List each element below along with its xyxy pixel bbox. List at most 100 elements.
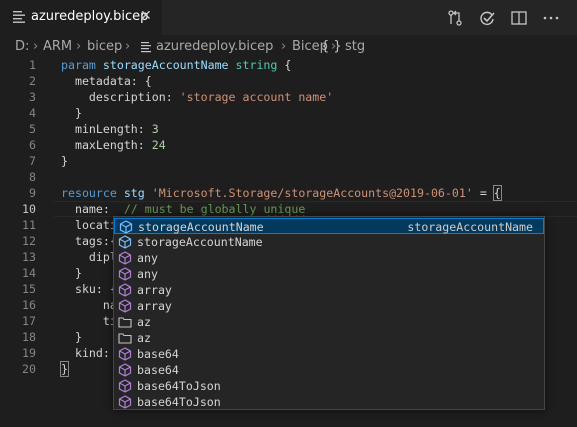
breadcrumb: D: › ARM › bicep › azuredeploy.bicep › B…	[0, 35, 577, 57]
function-cube-icon	[118, 379, 132, 393]
suggestion-item[interactable]: base64	[114, 362, 544, 378]
code-line[interactable]: 4 }	[0, 105, 577, 121]
code-token: dipl	[61, 250, 117, 264]
suggestion-item[interactable]: array	[114, 282, 544, 298]
code-line[interactable]: 9 resource stg 'Microsoft.Storage/storage…	[0, 185, 577, 201]
suggestion-label: az	[137, 315, 151, 329]
close-icon[interactable]: ✕	[140, 8, 152, 24]
code-text: tags:{	[61, 233, 117, 249]
code-line[interactable]: 10 name: // must be globally unique	[0, 201, 577, 217]
file-lines-icon	[13, 11, 25, 23]
line-number: 11	[22, 218, 36, 232]
breadcrumb-bicep[interactable]: bicep	[87, 39, 122, 54]
chevron-right-icon: ›	[125, 39, 131, 54]
suggestion-detail: storageAccountName	[407, 220, 533, 234]
code-text: sku: {	[61, 281, 117, 297]
code-text: param storageAccountName string {	[61, 57, 291, 73]
line-number: 13	[22, 250, 36, 264]
suggestion-item[interactable]: base64	[114, 346, 544, 362]
suggestion-item[interactable]: base64ToJson	[114, 394, 544, 409]
code-line[interactable]: 2 metadata: {	[0, 73, 577, 89]
suggestion-label: array	[137, 283, 172, 297]
breadcrumb-symbol[interactable]: stg	[345, 39, 365, 54]
line-number: 19	[22, 346, 36, 360]
code-text: na	[61, 297, 117, 313]
code-token: stg	[123, 186, 152, 200]
line-number: 4	[29, 106, 36, 120]
code-line[interactable]: 8	[0, 169, 577, 185]
code-token: minLength:	[61, 122, 152, 136]
code-token: tags:{	[61, 234, 117, 248]
folder-icon	[118, 333, 132, 344]
more-actions-icon[interactable]	[542, 9, 560, 27]
suggestion-item[interactable]: az	[114, 314, 544, 330]
tab-bar: azuredeploy.bicep ✕	[0, 0, 577, 35]
variable-icon	[118, 235, 132, 249]
code-text: name: // must be globally unique	[61, 201, 305, 217]
suggestion-label: base64ToJson	[137, 395, 221, 409]
code-text: resource stg 'Microsoft.Storage/storageA…	[61, 185, 502, 201]
suggestion-item[interactable]: az	[114, 330, 544, 346]
code-token: // must be globally	[123, 202, 264, 216]
line-number: 3	[29, 90, 36, 104]
breadcrumb-drive[interactable]: D:	[15, 39, 29, 54]
breadcrumb-file[interactable]: azuredeploy.bicep	[156, 39, 273, 54]
file-lines-icon	[141, 42, 151, 53]
code-text: }	[61, 153, 68, 169]
code-token: }	[61, 266, 82, 280]
suggestion-item[interactable]: base64ToJson	[114, 378, 544, 394]
line-number: 10	[22, 202, 36, 216]
suggestion-label: any	[137, 251, 158, 265]
suggestion-label: base64	[137, 347, 179, 361]
folder-icon	[118, 317, 132, 328]
tab-azuredeploy-bicep[interactable]: azuredeploy.bicep ✕	[0, 0, 163, 35]
code-token: }	[61, 154, 68, 168]
code-token: storageAccountName	[102, 58, 236, 72]
split-editor-icon[interactable]	[510, 9, 528, 27]
code-token: maxLength:	[61, 138, 152, 152]
code-token: 'storage account name'	[179, 90, 334, 104]
code-line[interactable]: 6 maxLength: 24	[0, 137, 577, 153]
suggestion-label: any	[137, 267, 158, 281]
suggestion-item[interactable]: storageAccountName	[114, 234, 544, 250]
code-token: locati	[61, 218, 117, 232]
breadcrumb-arm[interactable]: ARM	[43, 39, 72, 54]
code-token: }	[61, 106, 82, 120]
line-number: 17	[22, 314, 36, 328]
code-token: }	[60, 361, 69, 377]
code-line[interactable]: 3 description: 'storage account name'	[0, 89, 577, 105]
suggestion-item[interactable]: array	[114, 298, 544, 314]
check-circle-icon[interactable]	[478, 9, 496, 27]
suggestion-item[interactable]: any	[114, 250, 544, 266]
code-token: ti	[61, 314, 117, 328]
line-number: 14	[22, 266, 36, 280]
suggestion-item[interactable]: any	[114, 266, 544, 282]
line-number: 6	[29, 138, 36, 152]
suggestion-label: base64	[137, 363, 179, 377]
code-token: string	[235, 58, 285, 72]
code-line[interactable]: 1 param storageAccountName string {	[0, 57, 577, 73]
code-text: }	[61, 265, 82, 281]
line-number: 18	[22, 330, 36, 344]
code-text: }	[61, 105, 82, 121]
code-text: description: 'storage account name'	[61, 89, 333, 105]
code-line[interactable]: 5 minLength: 3	[0, 121, 577, 137]
function-cube-icon	[118, 299, 132, 313]
code-token: 3	[151, 122, 159, 136]
code-token: description:	[61, 90, 180, 104]
line-number: 12	[22, 234, 36, 248]
code-text: locati	[61, 217, 117, 233]
compare-changes-icon[interactable]	[446, 9, 464, 27]
suggestion-item[interactable]: storageAccountName storageAccountName	[114, 218, 544, 234]
suggestion-label: base64ToJson	[137, 379, 221, 393]
code-token: resource	[61, 186, 124, 200]
code-token: sku: {	[61, 282, 117, 296]
code-token: unique	[263, 202, 306, 216]
line-number: 9	[29, 186, 36, 200]
code-token: {	[284, 58, 292, 72]
chevron-right-icon: ›	[281, 39, 287, 54]
code-line[interactable]: 7}	[0, 153, 577, 169]
code-text: }	[61, 329, 82, 345]
suggestion-label: array	[137, 299, 172, 313]
code-token: 'Microsoft.Storage/storageAccounts@2019-…	[151, 186, 473, 200]
